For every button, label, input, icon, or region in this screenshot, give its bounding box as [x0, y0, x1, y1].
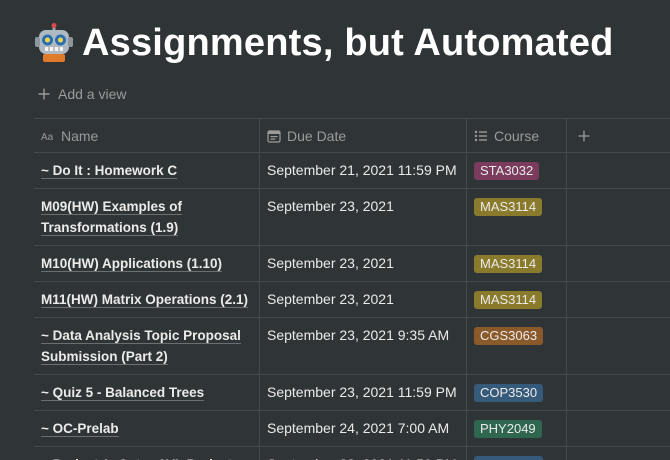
- due-date-cell[interactable]: September 21, 2021 11:59 PM: [260, 153, 467, 188]
- due-date-cell[interactable]: September 23, 2021: [260, 246, 467, 281]
- due-date-value: September 23, 2021: [267, 198, 394, 214]
- course-tag: PHY2049: [474, 420, 542, 438]
- course-tag: MAS3114: [474, 291, 543, 309]
- due-date-value: September 23, 2021 11:59 PM: [267, 384, 457, 400]
- page-title[interactable]: Assignments, but Automated: [82, 22, 614, 65]
- name-cell[interactable]: ~ Quiz 5 - Balanced Trees: [34, 375, 260, 410]
- assignment-title-link[interactable]: ~ Quiz 5 - Balanced Trees: [41, 385, 205, 401]
- empty-cell: [567, 375, 670, 410]
- empty-cell: [567, 153, 670, 188]
- course-tag: MAS3114: [474, 198, 543, 216]
- due-date-value: September 28, 2021 11:59 PM: [267, 456, 457, 460]
- table-row[interactable]: ~ Quiz 5 - Balanced Trees September 23, 2…: [34, 375, 670, 411]
- table-row[interactable]: M09(HW) Examples of Transformations (1.9…: [34, 189, 670, 246]
- name-cell[interactable]: M10(HW) Applications (1.10): [34, 246, 260, 281]
- svg-text:Aa: Aa: [41, 132, 54, 143]
- table-body: ~ Do It : Homework C September 21, 2021 1…: [34, 153, 670, 460]
- plus-icon: [38, 88, 50, 100]
- assignment-title-link[interactable]: ~ Do It : Homework C: [41, 163, 178, 179]
- course-cell[interactable]: COP3530: [467, 447, 567, 460]
- assignments-table: Aa Name Due Date Course ~ Do It: Homewo…: [34, 118, 670, 460]
- name-cell[interactable]: ~ Project 1: Gator AVL Project: [34, 447, 260, 460]
- course-tag: COP3530: [474, 384, 544, 402]
- add-column-button[interactable]: [567, 119, 670, 152]
- name-cell[interactable]: M09(HW) Examples of Transformations (1.9…: [34, 189, 260, 245]
- column-header-due-date[interactable]: Due Date: [260, 119, 467, 152]
- list-icon: [474, 130, 487, 141]
- due-date-value: September 23, 2021 9:35 AM: [267, 327, 450, 343]
- robot-emoji-icon[interactable]: [34, 23, 74, 63]
- column-header-name-label: Name: [61, 127, 99, 144]
- empty-cell: [567, 189, 670, 245]
- add-view-button[interactable]: Add a view: [38, 86, 126, 102]
- notion-page: Assignments, but Automated Add a view Aa…: [0, 0, 670, 460]
- due-date-value: September 23, 2021: [267, 255, 394, 271]
- table-row[interactable]: M10(HW) Applications (1.10) September 23,…: [34, 246, 670, 282]
- name-cell[interactable]: ~ Do It : Homework C: [34, 153, 260, 188]
- due-date-cell[interactable]: September 23, 2021: [260, 189, 467, 245]
- course-tag: MAS3114: [474, 255, 543, 273]
- assignment-title-link[interactable]: ~ OC-Prelab: [41, 421, 119, 437]
- empty-cell: [567, 246, 670, 281]
- assignment-title-link[interactable]: M11(HW) Matrix Operations (2.1): [41, 292, 249, 308]
- empty-cell: [567, 318, 670, 374]
- column-header-course-label: Course: [494, 127, 540, 144]
- course-cell[interactable]: MAS3114: [467, 189, 567, 245]
- assignment-title-link[interactable]: ~ Data Analysis Topic Proposal Submissio…: [41, 328, 241, 365]
- due-date-cell[interactable]: September 23, 2021 11:59 PM: [260, 375, 467, 410]
- page-header: Assignments, but Automated: [34, 18, 614, 68]
- table-row[interactable]: ~ Do It : Homework C September 21, 2021 1…: [34, 153, 670, 189]
- due-date-cell[interactable]: September 23, 2021: [260, 282, 467, 317]
- name-cell[interactable]: M11(HW) Matrix Operations (2.1): [34, 282, 260, 317]
- empty-cell: [567, 411, 670, 446]
- due-date-cell[interactable]: September 24, 2021 7:00 AM: [260, 411, 467, 446]
- empty-cell: [567, 447, 670, 460]
- table-row[interactable]: M11(HW) Matrix Operations (2.1) September…: [34, 282, 670, 318]
- column-header-name[interactable]: Aa Name: [34, 119, 260, 152]
- text-property-icon: Aa: [41, 132, 54, 143]
- column-header-due-date-label: Due Date: [287, 127, 347, 144]
- table-row[interactable]: ~ OC-Prelab September 24, 2021 7:00 AM PHY…: [34, 411, 670, 447]
- assignment-title-link[interactable]: M09(HW) Examples of Transformations (1.9…: [41, 199, 183, 236]
- course-tag: STA3032: [474, 162, 540, 180]
- table-row[interactable]: ~ Project 1: Gator AVL Project September …: [34, 447, 670, 460]
- due-date-cell[interactable]: September 23, 2021 9:35 AM: [260, 318, 467, 374]
- due-date-value: September 23, 2021: [267, 291, 394, 307]
- course-cell[interactable]: STA3032: [467, 153, 567, 188]
- due-date-cell[interactable]: September 28, 2021 11:59 PM: [260, 447, 467, 460]
- plus-icon: [578, 130, 590, 141]
- course-cell[interactable]: COP3530: [467, 375, 567, 410]
- table-row[interactable]: ~ Data Analysis Topic Proposal Submissio…: [34, 318, 670, 375]
- course-cell[interactable]: PHY2049: [467, 411, 567, 446]
- table-header: Aa Name Due Date Course: [34, 119, 670, 153]
- add-view-label: Add a view: [58, 86, 127, 102]
- course-cell[interactable]: MAS3114: [467, 246, 567, 281]
- due-date-value: September 21, 2021 11:59 PM: [267, 162, 457, 178]
- name-cell[interactable]: ~ Data Analysis Topic Proposal Submissio…: [34, 318, 260, 374]
- course-cell[interactable]: CGS3063: [467, 318, 567, 374]
- course-tag: CGS3063: [474, 327, 544, 345]
- empty-cell: [567, 282, 670, 317]
- due-date-value: September 24, 2021 7:00 AM: [267, 420, 450, 436]
- column-header-course[interactable]: Course: [467, 119, 567, 152]
- name-cell[interactable]: ~ OC-Prelab: [34, 411, 260, 446]
- course-cell[interactable]: MAS3114: [467, 282, 567, 317]
- calendar-icon: [267, 129, 281, 143]
- assignment-title-link[interactable]: M10(HW) Applications (1.10): [41, 256, 223, 272]
- course-tag: COP3530: [474, 456, 544, 460]
